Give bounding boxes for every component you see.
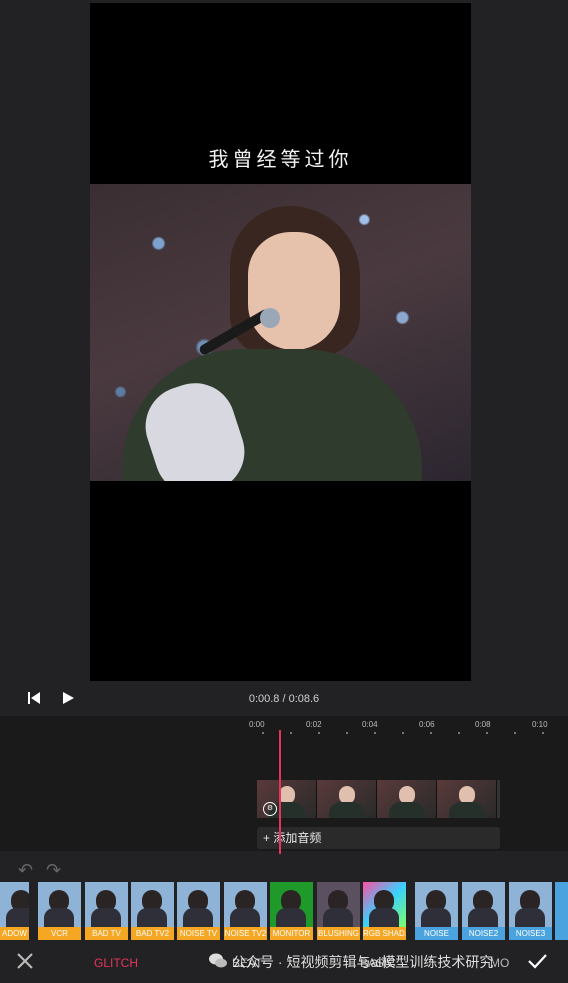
playhead[interactable]	[279, 730, 281, 854]
time-tick: 0:08	[475, 720, 491, 729]
timeline-dot	[430, 732, 432, 734]
time-tick: 0:06	[419, 720, 435, 729]
wechat-icon	[208, 952, 228, 970]
effect-item[interactable]: NOISE3	[509, 882, 552, 940]
timeline-dot	[374, 732, 376, 734]
confirm-check-icon[interactable]	[526, 950, 548, 972]
effect-label: NOISE2	[462, 927, 505, 940]
subtitle-caption: 我曾经等过你	[208, 147, 353, 171]
clip-settings-icon[interactable]: ⚙	[263, 802, 277, 816]
timeline-dot	[458, 732, 460, 734]
effects-strip[interactable]: ADOW VCR BAD TV BAD TV2 NOISE TV NOISE TV2 MON…	[0, 882, 568, 940]
effect-item[interactable]: BAD TV2	[131, 882, 174, 940]
redo-icon[interactable]: ↷	[46, 860, 61, 881]
timeline-dot	[514, 732, 516, 734]
effect-item[interactable]: NOISE	[415, 882, 458, 940]
effect-item[interactable]: BAD TV	[85, 882, 128, 940]
effect-item[interactable]: ADOW	[0, 882, 29, 940]
timeline-dot	[290, 732, 292, 734]
video-preview[interactable]: 我曾经等过你	[90, 3, 471, 681]
time-tick: 0:10	[532, 720, 548, 729]
timeline-dot	[262, 732, 264, 734]
timecode: 0:00.8 / 0:08.6	[248, 693, 320, 705]
timeline-dot	[402, 732, 404, 734]
video-frame	[90, 184, 471, 481]
timeline-dot	[346, 732, 348, 734]
effect-item[interactable]: VCR	[38, 882, 81, 940]
time-tick: 0:00	[249, 720, 265, 729]
effect-label: VCR	[38, 927, 81, 940]
effect-label: NOISE3	[509, 927, 552, 940]
effect-item[interactable]: NOISE2	[462, 882, 505, 940]
effect-label: NOISE TV	[177, 927, 220, 940]
effect-item-partial[interactable]	[555, 882, 568, 940]
time-tick: 0:04	[362, 720, 378, 729]
effect-label: BAD TV2	[131, 927, 174, 940]
add-audio-button[interactable]: + 添加音频	[257, 827, 500, 849]
effect-label: BLUSHING	[317, 927, 360, 940]
effect-item[interactable]: BLUSHING	[317, 882, 360, 940]
time-tick: 0:02	[306, 720, 322, 729]
timeline-dot	[542, 732, 544, 734]
effect-label: MONITOR	[270, 927, 313, 940]
effect-item[interactable]: NOISE TV	[177, 882, 220, 940]
timeline-dot	[318, 732, 320, 734]
watermark-text: 公众号 · 短视频剪辑与ai模型训练技术研究	[232, 954, 494, 970]
effect-label: BAD TV	[85, 927, 128, 940]
effect-label: NOISE TV2	[224, 927, 267, 940]
effect-label: RGB SHAD...	[363, 927, 406, 940]
undo-icon[interactable]: ↶	[18, 860, 33, 881]
effect-label: ADOW	[0, 927, 29, 940]
close-icon[interactable]	[14, 950, 36, 972]
timeline[interactable]: 0:00 0:02 0:04 0:06 0:08 0:10 ⚙ + 添加音频	[0, 716, 568, 854]
effect-item[interactable]: RGB SHAD...	[363, 882, 406, 940]
bottom-bar: GLITCH BEAT BASIC MO 公众号 · 短视频剪辑与ai模型训练技…	[0, 942, 568, 983]
video-clip[interactable]: ⚙	[257, 780, 500, 818]
effect-item[interactable]: NOISE TV2	[224, 882, 267, 940]
tab-glitch[interactable]: GLITCH	[94, 956, 138, 970]
effect-item[interactable]: MONITOR	[270, 882, 313, 940]
effect-label: NOISE	[415, 927, 458, 940]
timeline-dot	[486, 732, 488, 734]
